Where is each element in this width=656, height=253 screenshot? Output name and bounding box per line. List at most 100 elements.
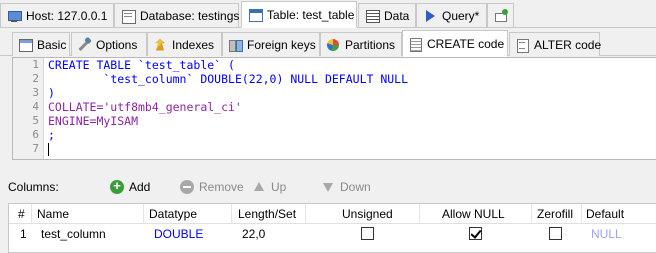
tab-basic[interactable]: Basic	[12, 32, 70, 56]
grid-header-row: # Name Datatype Length/Set Unsigned Allo…	[9, 204, 656, 224]
line-number: 6	[32, 128, 39, 141]
query-icon	[423, 9, 437, 23]
line-number: 1	[32, 58, 39, 71]
add-column-label: Add	[129, 180, 151, 194]
column-header-default[interactable]: Default	[586, 207, 624, 221]
table-row[interactable]: 1 test_column DOUBLE 22,0 NULL	[9, 224, 656, 244]
tab-indexes-label: Indexes	[172, 37, 215, 52]
tab-query[interactable]: Query*	[416, 3, 487, 27]
line-number: 5	[32, 114, 39, 127]
tab-foreign-keys[interactable]: Foreign keys	[222, 32, 320, 56]
tab-data[interactable]: Data	[358, 3, 416, 27]
code-line: COLLATE='utf8mb4_general_ci'	[48, 100, 242, 114]
database-icon	[121, 9, 136, 24]
tab-database-label: Database: testings	[140, 8, 240, 23]
code-line-text: CREATE TABLE `test_table` (	[48, 58, 235, 72]
tab-basic-label: Basic	[37, 37, 67, 52]
code-line	[48, 142, 49, 156]
header-divider	[231, 204, 232, 224]
length-cell[interactable]: 22,0	[242, 227, 265, 241]
arrow-up-icon	[252, 180, 266, 194]
host-icon	[7, 9, 22, 23]
tab-host-label: Host: 127.0.0.1	[26, 8, 108, 23]
column-header-datatype[interactable]: Datatype	[149, 207, 197, 221]
header-divider	[581, 204, 582, 224]
tab-alter-code-label: ALTER code	[534, 37, 602, 52]
create-code-editor[interactable]: 1 2 3 4 5 6 7 CREATE TABLE `test_table` …	[12, 57, 656, 160]
line-number: 3	[32, 86, 39, 99]
line-number-gutter: 1 2 3 4 5 6 7	[13, 58, 44, 159]
indexes-icon	[153, 38, 167, 52]
zerofill-checkbox[interactable]	[549, 227, 562, 240]
code-line: CREATE TABLE `test_table` (	[48, 58, 235, 72]
column-header-name[interactable]: Name	[37, 207, 69, 221]
datatype-cell[interactable]: DOUBLE	[154, 227, 203, 241]
header-divider	[305, 204, 306, 224]
tab-table[interactable]: Table: test_table	[241, 1, 357, 28]
alter-code-icon	[515, 38, 529, 53]
new-query-tab-icon	[494, 8, 508, 23]
row-number: 1	[20, 227, 27, 241]
code-line: `test_column` DOUBLE(22,0) NULL DEFAULT …	[48, 72, 408, 86]
tab-create-code[interactable]: CREATE code	[402, 30, 508, 57]
move-up-label: Up	[271, 180, 287, 194]
remove-icon	[180, 180, 194, 194]
header-divider	[531, 204, 532, 224]
tab-alter-code[interactable]: ALTER code	[509, 32, 602, 56]
column-header-unsigned[interactable]: Unsigned	[342, 207, 393, 221]
line-number: 7	[32, 142, 39, 155]
basic-icon	[18, 38, 33, 52]
tab-options[interactable]: Options	[71, 32, 147, 56]
table-icon	[248, 8, 263, 22]
data-icon	[365, 9, 380, 23]
column-header-zerofill[interactable]: Zerofill	[537, 207, 573, 221]
move-down-button[interactable]: Down	[321, 178, 371, 196]
code-line: ;	[48, 128, 55, 142]
tab-options-label: Options	[96, 37, 138, 52]
allow-null-checkbox[interactable]	[469, 227, 482, 240]
code-line-text: COLLATE='utf8mb4_general_ci'	[48, 100, 242, 114]
tab-host[interactable]: Host: 127.0.0.1	[0, 3, 114, 27]
code-line: )	[48, 86, 55, 100]
move-down-label: Down	[340, 180, 371, 194]
column-header-number[interactable]: #	[18, 207, 25, 221]
remove-column-label: Remove	[199, 180, 244, 194]
columns-grid[interactable]: # Name Datatype Length/Set Unsigned Allo…	[8, 203, 656, 253]
code-line: ENGINE=MyISAM	[48, 114, 138, 128]
tab-indexes[interactable]: Indexes	[147, 32, 222, 56]
header-divider	[31, 204, 32, 224]
main-tab-bar: Host: 127.0.0.1 Database: testings Table…	[0, 0, 656, 28]
code-line-text: ;	[48, 128, 55, 142]
partitions-icon	[326, 38, 340, 52]
code-line-text: ENGINE=MyISAM	[48, 114, 139, 128]
remove-column-button[interactable]: Remove	[180, 178, 244, 196]
foreign-keys-icon	[228, 38, 243, 52]
tab-data-label: Data	[384, 8, 410, 23]
tab-query-label: Query*	[442, 8, 480, 23]
column-header-length[interactable]: Length/Set	[238, 207, 296, 221]
create-code-icon	[408, 37, 422, 52]
tab-new-query[interactable]	[487, 3, 514, 27]
add-column-button[interactable]: Add	[110, 178, 150, 196]
header-divider	[143, 204, 144, 224]
text-caret	[48, 143, 49, 156]
column-header-allow-null[interactable]: Allow NULL	[442, 207, 505, 221]
tab-create-code-label: CREATE code	[427, 36, 505, 51]
move-up-button[interactable]: Up	[252, 178, 286, 196]
unsigned-checkbox[interactable]	[361, 227, 374, 240]
default-cell[interactable]: NULL	[591, 227, 622, 241]
tab-database[interactable]: Database: testings	[114, 3, 239, 27]
arrow-down-icon	[321, 180, 335, 194]
tab-table-label: Table: test_table	[267, 7, 355, 22]
columns-toolbar: Columns: Add Remove Up Down	[0, 176, 656, 198]
tab-partitions-label: Partitions	[345, 37, 396, 52]
column-name-cell[interactable]: test_column	[41, 227, 106, 241]
line-number: 2	[32, 72, 39, 85]
code-line-text: )	[48, 86, 55, 100]
line-number: 4	[32, 100, 39, 113]
header-divider	[419, 204, 420, 224]
options-icon	[77, 38, 91, 52]
code-line-text: `test_column` DOUBLE(22,0) NULL DEFAULT …	[48, 72, 409, 86]
columns-label: Columns:	[8, 180, 59, 194]
tab-partitions[interactable]: Partitions	[320, 32, 402, 56]
